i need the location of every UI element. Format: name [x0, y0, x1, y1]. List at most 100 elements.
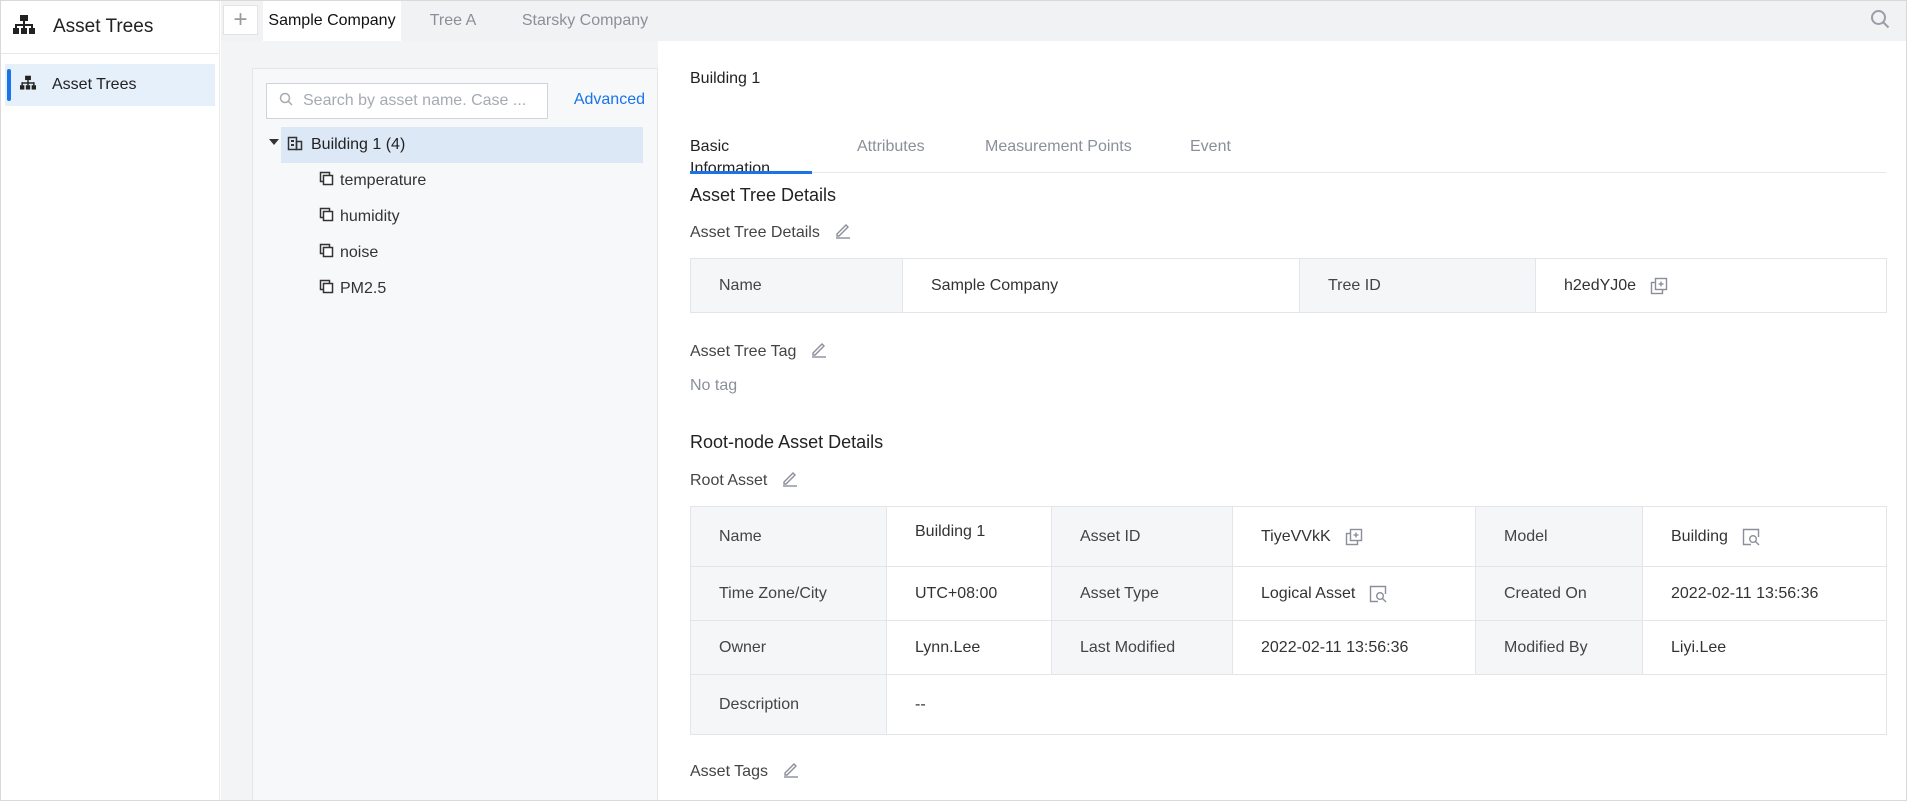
building-icon: [287, 135, 303, 156]
last-modified-value: 2022-02-11 13:56:36: [1232, 620, 1476, 675]
tab-sample-company[interactable]: Sample Company: [263, 1, 401, 41]
tab-tree-a[interactable]: Tree A: [401, 1, 505, 41]
modified-by-value: Liyi.Lee: [1642, 620, 1887, 675]
root-node-details-heading: Root-node Asset Details: [690, 432, 884, 452]
tab-label: Attributes: [857, 138, 925, 155]
asset-tree-details-subheading: Asset Tree Details: [690, 221, 852, 244]
asset-name-value: Building 1: [886, 506, 1052, 567]
tab-starsky-company[interactable]: Starsky Company: [505, 1, 665, 41]
device-icon: [319, 243, 334, 263]
tree-node-label: humidity: [340, 208, 400, 225]
subheading-label: Asset Tree Details: [690, 223, 820, 241]
tree-node-label: PM2.5: [340, 280, 387, 297]
asset-type-value: Logical Asset: [1261, 584, 1356, 602]
tab-basic-information[interactable]: Basic Information: [690, 121, 812, 177]
collapse-caret-icon[interactable]: [269, 139, 279, 145]
asset-tree-panel: Advanced Building 1 (4) temperature humi…: [252, 68, 658, 800]
asset-search-box: [266, 83, 548, 119]
timezone-label: Time Zone/City: [690, 566, 887, 621]
edit-icon[interactable]: [810, 340, 828, 363]
tree-node-humidity[interactable]: humidity: [319, 202, 400, 232]
nav-item-asset-trees[interactable]: Asset Trees: [5, 64, 215, 106]
model-value: Building: [1671, 527, 1728, 545]
modified-by-label: Modified By: [1475, 620, 1643, 675]
name-label: Name: [690, 258, 903, 313]
tab-label: Event: [1190, 138, 1231, 155]
tree-node-building-1[interactable]: Building 1 (4): [281, 127, 643, 163]
description-value: --: [886, 674, 1887, 735]
tab-label: Measurement Points: [985, 138, 1132, 155]
tree-node-pm25[interactable]: PM2.5: [319, 274, 386, 304]
top-tab-strip: + Sample Company Tree A Starsky Company: [221, 1, 1906, 41]
advanced-search-link[interactable]: Advanced: [574, 91, 645, 109]
left-nav: Asset Trees Asset Trees: [1, 1, 220, 800]
search-icon: [279, 92, 293, 111]
nav-header: Asset Trees: [1, 1, 219, 54]
tree-name-value: Sample Company: [902, 258, 1300, 313]
app-title: Asset Trees: [53, 16, 154, 37]
no-tag-text: No tag: [690, 377, 738, 394]
nav-item-label: Asset Trees: [52, 76, 137, 93]
model-label: Model: [1475, 506, 1643, 567]
view-details-icon[interactable]: [1742, 528, 1760, 546]
created-on-value: 2022-02-11 13:56:36: [1642, 566, 1887, 621]
table-row: Time Zone/City UTC+08:00 Asset Type Logi…: [690, 566, 1887, 621]
asset-id-label: Asset ID: [1051, 506, 1233, 567]
asset-type-label: Asset Type: [1051, 566, 1233, 621]
tree-node-temperature[interactable]: temperature: [319, 166, 426, 196]
add-tab-button[interactable]: +: [223, 5, 258, 35]
name-label: Name: [690, 506, 887, 567]
table-row: Name Building 1 Asset ID TiyeVVkK Model …: [690, 506, 1887, 567]
device-icon: [319, 279, 334, 299]
search-icon[interactable]: [1870, 9, 1890, 34]
owner-label: Owner: [690, 620, 887, 675]
model-cell: Building: [1642, 506, 1887, 567]
table-row: Owner Lynn.Lee Last Modified 2022-02-11 …: [690, 620, 1887, 675]
nav-active-indicator: [7, 69, 11, 101]
root-asset-table: Name Building 1 Asset ID TiyeVVkK Model …: [690, 506, 1887, 735]
tree-id-cell: h2edYJ0e: [1535, 258, 1887, 313]
tab-label: Basic Information: [690, 138, 771, 177]
owner-value: Lynn.Lee: [886, 620, 1052, 675]
asset-tree-tag-heading: Asset Tree Tag: [690, 340, 828, 363]
view-details-icon[interactable]: [1369, 585, 1387, 603]
asset-detail-panel: Building 1 Basic Information Attributes …: [658, 41, 1906, 800]
table-row: Name Sample Company Tree ID h2edYJ0e: [690, 258, 1887, 313]
tree-id-value: h2edYJ0e: [1564, 276, 1637, 294]
asset-id-value: TiyeVVkK: [1261, 527, 1331, 545]
asset-id-cell: TiyeVVkK: [1232, 506, 1476, 567]
device-icon: [319, 171, 334, 191]
subheading-label: Asset Tags: [690, 762, 768, 780]
tab-event[interactable]: Event: [1190, 121, 1231, 173]
breadcrumb: Building 1: [690, 70, 761, 87]
tab-attributes[interactable]: Attributes: [857, 121, 925, 173]
asset-tree-details-heading: Asset Tree Details: [690, 185, 837, 205]
description-label: Description: [690, 674, 887, 735]
edit-icon[interactable]: [781, 469, 799, 492]
plus-icon: +: [233, 6, 248, 33]
copy-icon[interactable]: [1345, 528, 1363, 546]
tree-id-label: Tree ID: [1299, 258, 1536, 313]
detail-tabs: Basic Information Attributes Measurement…: [690, 121, 1886, 177]
tab-measurement-points[interactable]: Measurement Points: [985, 121, 1132, 173]
created-on-label: Created On: [1475, 566, 1643, 621]
edit-icon[interactable]: [834, 221, 852, 244]
table-row: Description --: [690, 674, 1887, 735]
asset-type-cell: Logical Asset: [1232, 566, 1476, 621]
device-icon: [319, 207, 334, 227]
asset-tags-heading: Asset Tags: [690, 760, 800, 783]
tree-node-noise[interactable]: noise: [319, 238, 378, 268]
asset-search-input[interactable]: [303, 92, 533, 110]
timezone-value: UTC+08:00: [886, 566, 1052, 621]
subheading-label: Root Asset: [690, 471, 768, 489]
asset-tree-details-table: Name Sample Company Tree ID h2edYJ0e: [690, 258, 1887, 313]
root-asset-subheading: Root Asset: [690, 469, 799, 492]
tree-node-label: noise: [340, 244, 379, 261]
asset-tree-icon: [20, 75, 36, 96]
last-modified-label: Last Modified: [1051, 620, 1233, 675]
copy-icon[interactable]: [1650, 277, 1668, 295]
tree-node-label: Building 1 (4): [311, 136, 406, 153]
asset-tree-icon: [13, 14, 35, 41]
subheading-label: Asset Tree Tag: [690, 342, 797, 360]
edit-icon[interactable]: [782, 760, 800, 783]
